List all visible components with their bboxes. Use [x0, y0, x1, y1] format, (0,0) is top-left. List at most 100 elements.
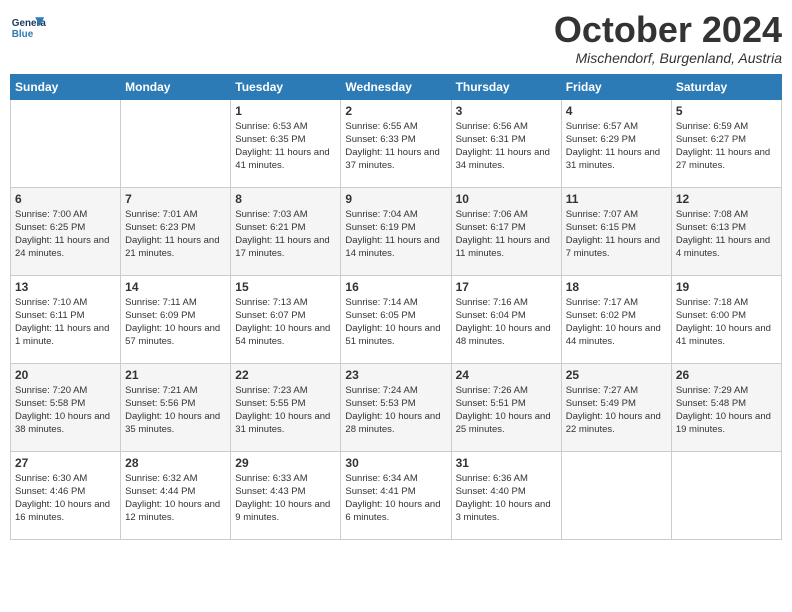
calendar-cell: 16 Sunrise: 7:14 AMSunset: 6:05 PMDayligh… — [341, 275, 451, 363]
day-info: Sunrise: 7:21 AMSunset: 5:56 PMDaylight:… — [125, 384, 226, 437]
day-info: Sunrise: 7:14 AMSunset: 6:05 PMDaylight:… — [345, 296, 446, 349]
day-number: 24 — [456, 368, 557, 382]
calendar-cell: 18 Sunrise: 7:17 AMSunset: 6:02 PMDayligh… — [561, 275, 671, 363]
day-info: Sunrise: 7:11 AMSunset: 6:09 PMDaylight:… — [125, 296, 226, 349]
calendar-cell: 14 Sunrise: 7:11 AMSunset: 6:09 PMDayligh… — [121, 275, 231, 363]
calendar-week-4: 20Sunrise: 7:20 AMSunset: 5:58 PMDayligh… — [11, 363, 782, 451]
day-info: Sunrise: 7:03 AMSunset: 6:21 PMDaylight:… — [235, 208, 336, 261]
day-number: 18 — [566, 280, 667, 294]
day-info: Sunrise: 7:27 AMSunset: 5:49 PMDaylight:… — [566, 384, 667, 437]
calendar-cell: 8 Sunrise: 7:03 AMSunset: 6:21 PMDaylight… — [231, 187, 341, 275]
day-number: 26 — [676, 368, 777, 382]
weekday-header-wednesday: Wednesday — [341, 74, 451, 99]
weekday-header-sunday: Sunday — [11, 74, 121, 99]
month-title: October 2024 — [554, 10, 782, 50]
weekday-header-row: SundayMondayTuesdayWednesdayThursdayFrid… — [11, 74, 782, 99]
day-info: Sunrise: 7:24 AMSunset: 5:53 PMDaylight:… — [345, 384, 446, 437]
day-info: Sunrise: 7:10 AMSunset: 6:11 PMDaylight:… — [15, 296, 116, 349]
day-info: Sunrise: 7:17 AMSunset: 6:02 PMDaylight:… — [566, 296, 667, 349]
weekday-header-thursday: Thursday — [451, 74, 561, 99]
day-number: 30 — [345, 456, 446, 470]
weekday-header-friday: Friday — [561, 74, 671, 99]
day-number: 8 — [235, 192, 336, 206]
day-number: 22 — [235, 368, 336, 382]
calendar-cell — [121, 99, 231, 187]
calendar-week-1: 1Sunrise: 6:53 AMSunset: 6:35 PMDaylight… — [11, 99, 782, 187]
day-number: 16 — [345, 280, 446, 294]
calendar-cell: 19 Sunrise: 7:18 AMSunset: 6:00 PMDayligh… — [671, 275, 781, 363]
calendar-cell: 29Sunrise: 6:33 AMSunset: 4:43 PMDayligh… — [231, 451, 341, 539]
day-number: 17 — [456, 280, 557, 294]
day-info: Sunrise: 7:13 AMSunset: 6:07 PMDaylight:… — [235, 296, 336, 349]
location: Mischendorf, Burgenland, Austria — [554, 50, 782, 66]
calendar-cell: 17Sunrise: 7:16 AMSunset: 6:04 PMDayligh… — [451, 275, 561, 363]
day-number: 7 — [125, 192, 226, 206]
day-info: Sunrise: 6:34 AMSunset: 4:41 PMDaylight:… — [345, 472, 446, 525]
calendar-week-3: 13 Sunrise: 7:10 AMSunset: 6:11 PMDayligh… — [11, 275, 782, 363]
calendar-week-5: 27 Sunrise: 6:30 AMSunset: 4:46 PMDayligh… — [11, 451, 782, 539]
day-info: Sunrise: 7:18 AMSunset: 6:00 PMDaylight:… — [676, 296, 777, 349]
calendar-cell: 13 Sunrise: 7:10 AMSunset: 6:11 PMDayligh… — [11, 275, 121, 363]
calendar-cell: 22 Sunrise: 7:23 AMSunset: 5:55 PMDayligh… — [231, 363, 341, 451]
day-number: 1 — [235, 104, 336, 118]
day-number: 20 — [15, 368, 116, 382]
weekday-header-saturday: Saturday — [671, 74, 781, 99]
calendar-cell: 3 Sunrise: 6:56 AMSunset: 6:31 PMDaylight… — [451, 99, 561, 187]
calendar-cell: 20Sunrise: 7:20 AMSunset: 5:58 PMDayligh… — [11, 363, 121, 451]
calendar-cell: 21 Sunrise: 7:21 AMSunset: 5:56 PMDayligh… — [121, 363, 231, 451]
calendar-cell — [671, 451, 781, 539]
day-number: 15 — [235, 280, 336, 294]
calendar-cell: 28 Sunrise: 6:32 AMSunset: 4:44 PMDayligh… — [121, 451, 231, 539]
calendar-cell: 23Sunrise: 7:24 AMSunset: 5:53 PMDayligh… — [341, 363, 451, 451]
day-number: 9 — [345, 192, 446, 206]
day-info: Sunrise: 7:01 AMSunset: 6:23 PMDaylight:… — [125, 208, 226, 261]
day-info: Sunrise: 6:59 AMSunset: 6:27 PMDaylight:… — [676, 120, 777, 173]
calendar-cell: 11Sunrise: 7:07 AMSunset: 6:15 PMDayligh… — [561, 187, 671, 275]
day-number: 2 — [345, 104, 446, 118]
day-info: Sunrise: 7:00 AMSunset: 6:25 PMDaylight:… — [15, 208, 116, 261]
day-number: 13 — [15, 280, 116, 294]
calendar-cell: 25 Sunrise: 7:27 AMSunset: 5:49 PMDayligh… — [561, 363, 671, 451]
calendar-cell: 7 Sunrise: 7:01 AMSunset: 6:23 PMDaylight… — [121, 187, 231, 275]
day-number: 19 — [676, 280, 777, 294]
title-block: October 2024 Mischendorf, Burgenland, Au… — [554, 10, 782, 66]
calendar-cell: 9 Sunrise: 7:04 AMSunset: 6:19 PMDaylight… — [341, 187, 451, 275]
day-number: 14 — [125, 280, 226, 294]
calendar-cell: 12Sunrise: 7:08 AMSunset: 6:13 PMDayligh… — [671, 187, 781, 275]
day-info: Sunrise: 7:23 AMSunset: 5:55 PMDaylight:… — [235, 384, 336, 437]
calendar-cell: 30 Sunrise: 6:34 AMSunset: 4:41 PMDayligh… — [341, 451, 451, 539]
day-number: 28 — [125, 456, 226, 470]
calendar-cell: 5 Sunrise: 6:59 AMSunset: 6:27 PMDaylight… — [671, 99, 781, 187]
calendar-cell: 15 Sunrise: 7:13 AMSunset: 6:07 PMDayligh… — [231, 275, 341, 363]
day-number: 6 — [15, 192, 116, 206]
day-info: Sunrise: 7:06 AMSunset: 6:17 PMDaylight:… — [456, 208, 557, 261]
calendar-cell — [11, 99, 121, 187]
calendar-cell: 4 Sunrise: 6:57 AMSunset: 6:29 PMDaylight… — [561, 99, 671, 187]
day-info: Sunrise: 6:30 AMSunset: 4:46 PMDaylight:… — [15, 472, 116, 525]
weekday-header-tuesday: Tuesday — [231, 74, 341, 99]
day-info: Sunrise: 6:56 AMSunset: 6:31 PMDaylight:… — [456, 120, 557, 173]
day-info: Sunrise: 6:55 AMSunset: 6:33 PMDaylight:… — [345, 120, 446, 173]
day-number: 12 — [676, 192, 777, 206]
day-number: 21 — [125, 368, 226, 382]
day-info: Sunrise: 6:57 AMSunset: 6:29 PMDaylight:… — [566, 120, 667, 173]
calendar-cell: 26 Sunrise: 7:29 AMSunset: 5:48 PMDayligh… — [671, 363, 781, 451]
calendar-cell: 1Sunrise: 6:53 AMSunset: 6:35 PMDaylight… — [231, 99, 341, 187]
page-header: General Blue October 2024 Mischendorf, B… — [10, 10, 782, 66]
day-info: Sunrise: 7:04 AMSunset: 6:19 PMDaylight:… — [345, 208, 446, 261]
day-number: 10 — [456, 192, 557, 206]
svg-text:Blue: Blue — [12, 29, 34, 40]
calendar-cell: 31Sunrise: 6:36 AMSunset: 4:40 PMDayligh… — [451, 451, 561, 539]
calendar-cell — [561, 451, 671, 539]
day-info: Sunrise: 6:33 AMSunset: 4:43 PMDaylight:… — [235, 472, 336, 525]
day-info: Sunrise: 7:29 AMSunset: 5:48 PMDaylight:… — [676, 384, 777, 437]
day-number: 27 — [15, 456, 116, 470]
day-info: Sunrise: 6:32 AMSunset: 4:44 PMDaylight:… — [125, 472, 226, 525]
day-number: 25 — [566, 368, 667, 382]
calendar-table: SundayMondayTuesdayWednesdayThursdayFrid… — [10, 74, 782, 540]
day-number: 5 — [676, 104, 777, 118]
calendar-week-2: 6 Sunrise: 7:00 AMSunset: 6:25 PMDaylight… — [11, 187, 782, 275]
day-number: 3 — [456, 104, 557, 118]
logo-icon: General Blue — [10, 10, 46, 46]
day-number: 4 — [566, 104, 667, 118]
